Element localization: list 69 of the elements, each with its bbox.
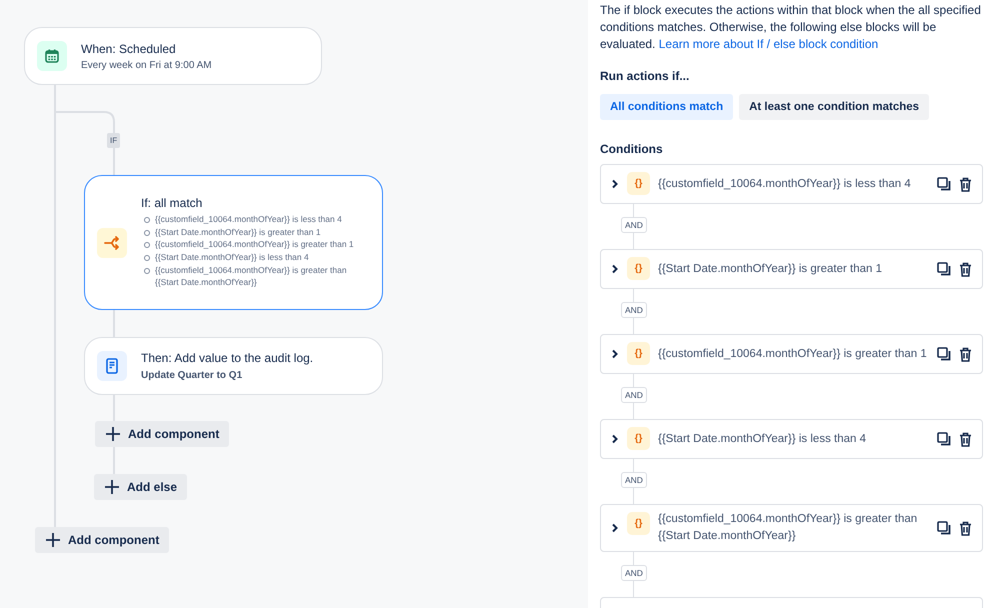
smart-value-badge: {} <box>627 512 650 535</box>
condition-card[interactable]: {} {{customfield_10064.monthOfYear}} is greater than 1 <box>600 334 983 374</box>
add-button[interactable]: Add component <box>35 527 170 553</box>
bullet-icon <box>144 217 150 224</box>
copy-icon[interactable] <box>937 521 951 535</box>
plus-icon <box>105 426 121 442</box>
condition-card[interactable]: {} {{Start Date.monthOfYear}} is greater than 1 <box>600 249 983 289</box>
condition-text: {{Start Date.monthOfYear}} is greater than 1 <box>658 262 883 276</box>
smart-value-badge: {} <box>627 172 650 195</box>
condition-text: {{Start Date.monthOfYear}} is less than 4 <box>155 252 309 262</box>
smart-value-badge: {} <box>627 342 650 365</box>
condition-card[interactable]: {} {{Start Date.monthOfYear}} is less than 4 <box>600 419 983 459</box>
condition-text: {{customfield_10064.monthOfYear}} is less than 4 <box>155 214 342 224</box>
connector-label: AND <box>621 565 647 581</box>
bullet-icon <box>144 242 150 248</box>
condition-text: {{Start Date.monthOfYear}} is greater than 1 <box>155 226 321 237</box>
copy-icon[interactable] <box>937 432 951 446</box>
chevron-right-icon[interactable] <box>611 434 619 444</box>
learn-more-link[interactable]: Learn more about If / else block condition <box>658 37 878 51</box>
bullet-icon <box>144 255 150 261</box>
trigger-card[interactable]: When: Scheduled Every week on Fri at 9:00 AM <box>24 27 322 85</box>
action-card[interactable]: Then: Add value to the audit log. Update Quarter to Q1 <box>84 337 383 395</box>
trash-icon[interactable] <box>959 520 972 536</box>
card-title: Then: Add value to the audit log. <box>141 351 314 365</box>
chevron-right-icon[interactable] <box>611 349 619 359</box>
calendar-icon <box>45 49 59 63</box>
trash-icon[interactable] <box>959 346 972 362</box>
plus-icon <box>104 479 120 495</box>
match-option-button[interactable]: At least one condition matches <box>739 94 930 120</box>
match-option-button[interactable]: All conditions match <box>600 94 734 120</box>
connector-label: AND <box>621 217 647 233</box>
section-label: Run actions if... <box>600 69 690 83</box>
document-icon <box>106 358 118 374</box>
condition-text: {{customfield_10064.monthOfYear}} is greater than 1 <box>658 346 928 362</box>
condition-text: {{customfield_10064.monthOfYear}} is greater than {{Start Date.monthOfYear}} <box>658 512 918 544</box>
chevron-right-icon[interactable] <box>611 523 619 533</box>
copy-icon[interactable] <box>937 177 951 191</box>
branch-label: IF <box>107 133 120 148</box>
bullet-icon <box>144 268 150 274</box>
if-block-card[interactable] <box>84 175 383 310</box>
condition-card[interactable]: {} {{customfield_10064.monthOfYear}} is less than 4 <box>600 164 983 204</box>
card-title: When: Scheduled <box>81 42 177 56</box>
bullet-icon <box>144 230 150 236</box>
connector-label: AND <box>621 302 647 318</box>
plus-icon <box>45 532 61 548</box>
smart-value-badge: {} <box>627 427 650 450</box>
condition-card[interactable]: {} {{customfield_10064.monthOfYear}} is greater than {{Start Date.monthOfYear}} <box>600 504 983 552</box>
chevron-right-icon[interactable] <box>611 179 619 189</box>
description-text: The if block executes the actions within that block when the all specified conditions matches. Otherwise, the following else blocks will be evaluated. Learn more about If / else block condition <box>600 2 982 53</box>
trash-icon[interactable] <box>959 176 972 192</box>
condition-text: {{Start Date.monthOfYear}} is less than 4 <box>658 432 867 446</box>
condition-text: {{customfield_10064.monthOfYear}} is less than 4 <box>658 176 912 192</box>
add-button[interactable]: Add else <box>94 474 188 500</box>
connector-label: AND <box>621 387 647 403</box>
card-title: If: all match <box>141 196 204 210</box>
card-subtitle: Update Quarter to Q1 <box>141 370 244 381</box>
trash-icon[interactable] <box>959 262 972 276</box>
smart-value-badge: {} <box>627 257 650 280</box>
connector-label: AND <box>621 472 647 488</box>
trash-icon[interactable] <box>959 432 972 446</box>
section-label: Conditions <box>600 142 664 156</box>
add-button[interactable]: Add component <box>95 421 230 447</box>
branch-icon <box>104 236 120 250</box>
condition-text: {{customfield_10064.monthOfYear}} is greater than {{Start Date.monthOfYear}} <box>155 264 347 288</box>
copy-icon[interactable] <box>937 262 951 276</box>
condition-text: {{customfield_10064.monthOfYear}} is greater than 1 <box>155 239 354 250</box>
chevron-right-icon[interactable] <box>611 264 619 274</box>
copy-icon[interactable] <box>937 347 951 361</box>
card-subtitle: Every week on Fri at 9:00 AM <box>81 60 212 70</box>
